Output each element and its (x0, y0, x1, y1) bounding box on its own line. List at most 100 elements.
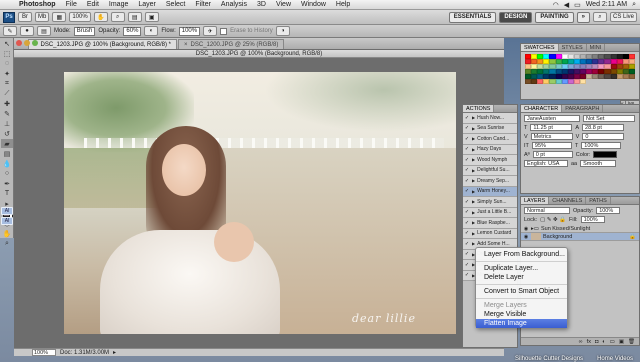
desktop-icon[interactable]: Al (1, 207, 13, 215)
brush-picker[interactable]: ● (20, 26, 34, 36)
gradient-tool-icon[interactable]: ▤ (1, 149, 13, 158)
bridge-button[interactable]: Br (18, 12, 32, 22)
hand-tool-icon-2[interactable]: ✋ (1, 229, 13, 238)
menu-app[interactable]: Photoshop (14, 0, 61, 10)
eraser-tool-preset-icon[interactable]: ✎ (3, 26, 17, 36)
move-tool-icon[interactable]: ↖ (1, 39, 13, 48)
history-brush-tool-icon[interactable]: ↺ (1, 129, 13, 138)
tab-mini[interactable]: MINI (587, 44, 606, 51)
tracking-field[interactable]: 0 (582, 133, 625, 140)
tab-channels[interactable]: CHANNELS (549, 197, 587, 204)
color-swatch[interactable] (628, 74, 635, 79)
action-checkmark-icon[interactable]: ✓ (464, 146, 470, 152)
menu-image[interactable]: Image (104, 0, 133, 10)
action-row[interactable]: ✓ ▶ Sea Sunrise (463, 123, 517, 134)
menu-item-merge-visible[interactable]: Merge Visible (476, 310, 567, 319)
action-checkmark-icon[interactable]: ✓ (464, 167, 470, 173)
baseline-shift-field[interactable]: 0 pt (532, 151, 573, 158)
action-expand-icon[interactable]: ▶ (472, 136, 475, 141)
font-family-select[interactable]: JaneAusten (524, 115, 580, 122)
status-arrow-icon[interactable]: ▸ (113, 349, 116, 356)
flow-field[interactable]: 100% (178, 26, 201, 36)
action-checkmark-icon[interactable]: ✓ (464, 157, 470, 163)
action-row[interactable]: ✓ ▶ Hazy Days (463, 144, 517, 155)
action-row[interactable]: ✓ ▶ Cotton Cand... (463, 134, 517, 145)
close-tab-icon[interactable]: × (184, 42, 188, 48)
desktop-icon[interactable]: Silhouette Cutter Designs (515, 356, 583, 362)
action-expand-icon[interactable]: ▶ (472, 231, 475, 236)
layer-opacity-field[interactable]: 100% (596, 207, 621, 214)
zoom-window-icon[interactable] (32, 40, 38, 46)
menu-item-flatten-image[interactable]: Flatten Image (476, 319, 567, 328)
menu-analysis[interactable]: Analysis (216, 0, 252, 10)
clock[interactable]: Wed 2:11 AM (586, 1, 627, 8)
canvas-area[interactable]: dear lillie (14, 58, 504, 348)
action-expand-icon[interactable]: ▶ (472, 168, 475, 173)
action-checkmark-icon[interactable]: ✓ (464, 241, 470, 247)
color-swatch[interactable] (580, 79, 587, 84)
mode-select[interactable]: Brush (73, 26, 96, 36)
menu-item-layer-from-background[interactable]: Layer From Background... (476, 250, 567, 259)
workspace-essentials[interactable]: ESSENTIALS (448, 11, 497, 23)
action-expand-icon[interactable]: ▶ (472, 126, 475, 131)
tab-swatches[interactable]: SWATCHES (521, 44, 559, 51)
action-checkmark-icon[interactable]: ✓ (464, 125, 470, 131)
action-row[interactable]: ✓ ▶ Wood Nymph (463, 155, 517, 166)
menu-filter[interactable]: Filter (190, 0, 216, 10)
vertical-scale-field[interactable]: 95% (531, 142, 572, 149)
tab-layers[interactable]: LAYERS (521, 197, 550, 204)
action-row[interactable]: ✓ ▶ Hush Now... (463, 113, 517, 124)
spotlight-icon[interactable]: ⌕ (632, 1, 636, 9)
menu-window[interactable]: Window (296, 0, 331, 10)
airbrush-icon[interactable]: ✈ (203, 26, 218, 36)
menu-help[interactable]: Help (331, 0, 355, 10)
action-row[interactable]: ✓ ▶ Blue Raspbe... (463, 218, 517, 229)
eyedropper-tool-icon[interactable]: ⟋ (1, 89, 13, 98)
action-row[interactable]: ✓ ▶ Warm Honey... (463, 186, 517, 197)
extras-button[interactable]: ▦ (52, 12, 67, 22)
brush-tool-icon[interactable]: ✎ (1, 109, 13, 118)
menu-edit[interactable]: Edit (82, 0, 104, 10)
text-color-swatch[interactable] (593, 151, 618, 158)
eraser-tool-icon[interactable]: ▰ (1, 139, 13, 148)
eye-icon[interactable]: ◉ (523, 226, 529, 232)
action-checkmark-icon[interactable]: ✓ (464, 209, 470, 215)
close-window-icon[interactable] (16, 40, 22, 46)
anti-alias-select[interactable]: Smooth (580, 160, 617, 167)
search-help-field[interactable]: ⌕ (592, 12, 607, 22)
tab-styles[interactable]: STYLES (559, 44, 587, 51)
marquee-tool-icon[interactable]: ⬚ (1, 49, 13, 58)
layer-row[interactable]: ◉ ▸▭ Sun Kissed/Sunlight (521, 225, 639, 233)
hand-tool-icon[interactable]: ✋ (93, 12, 108, 22)
zoom-tool-icon-2[interactable]: ⌕ (1, 239, 13, 248)
battery-icon[interactable]: ▭ (574, 1, 581, 9)
menu-layer[interactable]: Layer (133, 0, 161, 10)
action-expand-icon[interactable]: ▶ (472, 210, 475, 215)
tab-actions[interactable]: ACTIONS (463, 105, 495, 112)
action-row[interactable]: ✓ ▶ Simply Sun... (463, 197, 517, 208)
fill-field[interactable]: 100% (580, 216, 605, 223)
tab-character[interactable]: CHARACTER (521, 105, 563, 112)
blend-mode-select[interactable]: Normal (524, 207, 570, 214)
minimize-window-icon[interactable] (24, 40, 30, 46)
wifi-icon[interactable]: ◠ (553, 1, 559, 9)
erase-history-checkbox[interactable] (220, 27, 228, 35)
menu-3d[interactable]: 3D (252, 0, 271, 10)
action-row[interactable]: ✓ ▶ Dreamy Sep... (463, 176, 517, 187)
brush-panel-toggle[interactable]: ▤ (37, 26, 51, 36)
tab-document-1[interactable]: × DSC_1203.JPG @ 100% (Background, RGB/8… (28, 39, 178, 49)
action-expand-icon[interactable]: ▶ (472, 115, 475, 120)
leading-field[interactable]: 28.8 pt (582, 124, 625, 131)
workspace-design[interactable]: DESIGN (499, 11, 533, 23)
font-style-select[interactable]: Not Set (583, 115, 635, 122)
eye-icon[interactable]: ◉ (523, 234, 529, 240)
language-select[interactable]: English: USA (524, 160, 568, 167)
action-checkmark-icon[interactable]: ✓ (464, 251, 470, 257)
opacity-field[interactable]: 60% (123, 26, 142, 36)
cs-live-button[interactable]: CS Live (609, 12, 637, 22)
blur-tool-icon[interactable]: 💧 (1, 159, 13, 168)
desktop-icon[interactable]: Al (1, 217, 13, 225)
zoom-select[interactable]: 100% (69, 12, 91, 22)
zoom-tool-icon[interactable]: ⌕ (110, 12, 125, 22)
action-checkmark-icon[interactable]: ✓ (464, 262, 470, 268)
